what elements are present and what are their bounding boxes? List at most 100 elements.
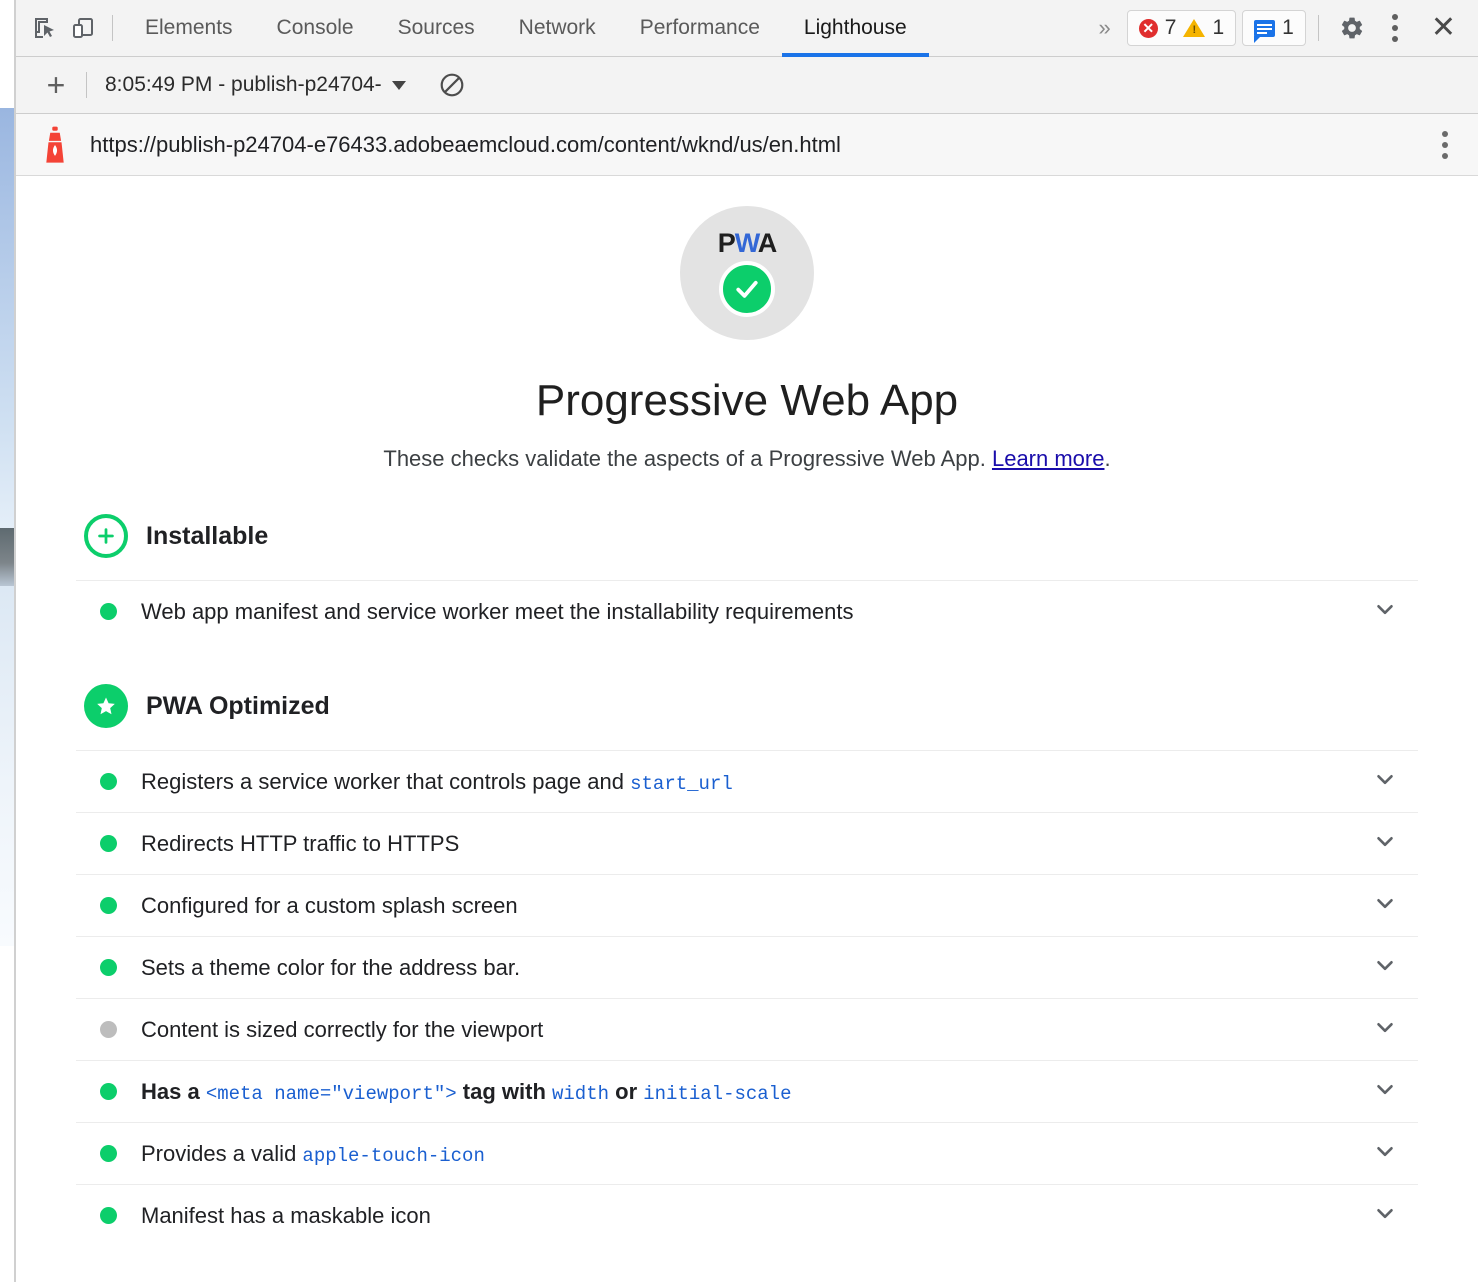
chevron-glyph bbox=[1372, 828, 1398, 854]
inspect-element-icon[interactable] bbox=[26, 9, 64, 47]
chevron-glyph bbox=[1372, 766, 1398, 792]
audit-title: Configured for a custom splash screen bbox=[141, 893, 518, 919]
tab-elements-label: Elements bbox=[145, 16, 233, 40]
audit-row[interactable]: Web app manifest and service worker meet… bbox=[76, 580, 1418, 642]
plus-circle-icon bbox=[84, 514, 128, 558]
tab-console[interactable]: Console bbox=[255, 0, 376, 57]
report-url-bar: https://publish-p24704-e76433.adobeaemcl… bbox=[16, 114, 1478, 176]
message-count: 1 bbox=[1282, 16, 1294, 40]
plus-glyph bbox=[95, 525, 117, 547]
chevron-down-icon bbox=[392, 81, 406, 90]
tab-performance[interactable]: Performance bbox=[618, 0, 782, 57]
chevron-down-icon[interactable] bbox=[1352, 766, 1398, 797]
learn-more-link[interactable]: Learn more bbox=[992, 446, 1105, 471]
tab-elements[interactable]: Elements bbox=[123, 0, 255, 57]
new-report-button[interactable]: + bbox=[36, 65, 76, 105]
chevron-glyph bbox=[1372, 1014, 1398, 1040]
toolbar-divider bbox=[112, 15, 113, 41]
check-glyph bbox=[732, 274, 762, 304]
audit-title: Web app manifest and service worker meet… bbox=[141, 599, 853, 625]
kebab-dot-3 bbox=[1392, 36, 1398, 42]
audit-title-text: Has a bbox=[141, 1079, 206, 1104]
report-selector-label: 8:05:49 PM - publish-p24704- bbox=[105, 73, 382, 97]
report-kebab-dot-1 bbox=[1442, 131, 1448, 137]
tab-sources[interactable]: Sources bbox=[376, 0, 497, 57]
audit-code-apple-touch-icon: apple-touch-icon bbox=[302, 1145, 484, 1167]
audit-status-dot-pass bbox=[100, 603, 117, 620]
audit-title-text: Sets a theme color for the address bar. bbox=[141, 955, 520, 980]
audit-title-text: Content is sized correctly for the viewp… bbox=[141, 1017, 543, 1042]
audit-status-dot-pass bbox=[100, 959, 117, 976]
audit-code-start-url: start_url bbox=[630, 773, 733, 795]
report-options-icon[interactable] bbox=[1428, 125, 1462, 165]
audit-title-text-3: or bbox=[609, 1079, 643, 1104]
pwa-wordmark: PWA bbox=[718, 230, 777, 257]
tab-sources-label: Sources bbox=[398, 16, 475, 40]
report-kebab-dot-3 bbox=[1442, 153, 1448, 159]
clear-reports-button[interactable] bbox=[432, 65, 472, 105]
messages-counter[interactable]: 1 bbox=[1242, 10, 1306, 46]
chevron-down-icon[interactable] bbox=[1352, 1138, 1398, 1169]
group-installable-audits: Web app manifest and service worker meet… bbox=[76, 580, 1418, 642]
more-tabs-icon[interactable]: » bbox=[1087, 15, 1121, 41]
gear-glyph bbox=[1339, 15, 1365, 41]
audit-code-width: width bbox=[552, 1083, 609, 1105]
chevron-down-icon[interactable] bbox=[1352, 1014, 1398, 1045]
group-installable-header: Installable bbox=[76, 514, 1418, 558]
audit-status-dot-pass bbox=[100, 897, 117, 914]
audit-code-initial-scale: initial-scale bbox=[643, 1083, 791, 1105]
clear-icon bbox=[439, 72, 465, 98]
tab-lighthouse[interactable]: Lighthouse bbox=[782, 0, 929, 57]
error-count: 7 bbox=[1165, 16, 1177, 40]
pwa-letter-w: W bbox=[735, 228, 758, 258]
audit-row[interactable]: Has a <meta name="viewport"> tag with wi… bbox=[76, 1060, 1418, 1122]
chevron-down-icon[interactable] bbox=[1352, 890, 1398, 921]
tab-network[interactable]: Network bbox=[497, 0, 618, 57]
chevron-glyph bbox=[1372, 1138, 1398, 1164]
close-devtools-icon[interactable]: ✕ bbox=[1417, 13, 1470, 43]
close-glyph: ✕ bbox=[1431, 11, 1456, 44]
audit-row[interactable]: Sets a theme color for the address bar. bbox=[76, 936, 1418, 998]
inspect-element-glyph bbox=[33, 16, 57, 40]
group-pwa-optimized: PWA Optimized Registers a service worker… bbox=[76, 684, 1418, 1246]
issues-counter[interactable]: ✕ 7 1 bbox=[1127, 10, 1236, 46]
plus-icon: + bbox=[47, 67, 66, 104]
pwa-letter-p: P bbox=[718, 228, 735, 258]
report-selector[interactable]: 8:05:49 PM - publish-p24704- bbox=[97, 69, 414, 101]
report-kebab-dot-2 bbox=[1442, 142, 1448, 148]
audit-row[interactable]: Manifest has a maskable icon bbox=[76, 1184, 1418, 1246]
audit-title-text: Provides a valid bbox=[141, 1141, 302, 1166]
chevron-down-icon[interactable] bbox=[1352, 952, 1398, 983]
audit-title: Has a <meta name="viewport"> tag with wi… bbox=[141, 1079, 791, 1105]
audit-row[interactable]: Configured for a custom splash screen bbox=[76, 874, 1418, 936]
chevron-down-icon[interactable] bbox=[1352, 1076, 1398, 1107]
pwa-letter-a: A bbox=[758, 228, 777, 258]
audit-title-text: Configured for a custom splash screen bbox=[141, 893, 518, 918]
devtools-main-toolbar: Elements Console Sources Network Perform… bbox=[16, 0, 1478, 57]
chevron-glyph bbox=[1372, 596, 1398, 622]
audit-row[interactable]: Provides a valid apple-touch-icon bbox=[76, 1122, 1418, 1184]
chevron-down-icon[interactable] bbox=[1352, 1200, 1398, 1231]
audit-row[interactable]: Registers a service worker that controls… bbox=[76, 750, 1418, 812]
devtools-tab-strip: Elements Console Sources Network Perform… bbox=[123, 0, 929, 57]
devtools-panel: Elements Console Sources Network Perform… bbox=[16, 0, 1478, 1282]
audit-row[interactable]: Redirects HTTP traffic to HTTPS bbox=[76, 812, 1418, 874]
pwa-badge: PWA bbox=[680, 206, 814, 340]
device-toolbar-glyph bbox=[71, 16, 95, 40]
audit-row[interactable]: Content is sized correctly for the viewp… bbox=[76, 998, 1418, 1060]
audit-title: Content is sized correctly for the viewp… bbox=[141, 1017, 543, 1043]
audit-status-dot-pass bbox=[100, 1145, 117, 1162]
settings-gear-icon[interactable] bbox=[1331, 7, 1373, 49]
warning-count: 1 bbox=[1212, 16, 1224, 40]
group-installable-title: Installable bbox=[146, 522, 268, 551]
group-pwa-optimized-title: PWA Optimized bbox=[146, 692, 330, 721]
warning-icon bbox=[1183, 19, 1205, 37]
page-sliver-band-blue bbox=[0, 108, 14, 528]
toolbar-divider-right bbox=[1318, 15, 1319, 41]
audit-title-text-2: tag with bbox=[457, 1079, 552, 1104]
chevron-down-icon[interactable] bbox=[1352, 596, 1398, 627]
chevron-down-icon[interactable] bbox=[1352, 828, 1398, 859]
more-options-icon[interactable] bbox=[1375, 14, 1415, 42]
device-toolbar-icon[interactable] bbox=[64, 9, 102, 47]
audit-title: Sets a theme color for the address bar. bbox=[141, 955, 520, 981]
